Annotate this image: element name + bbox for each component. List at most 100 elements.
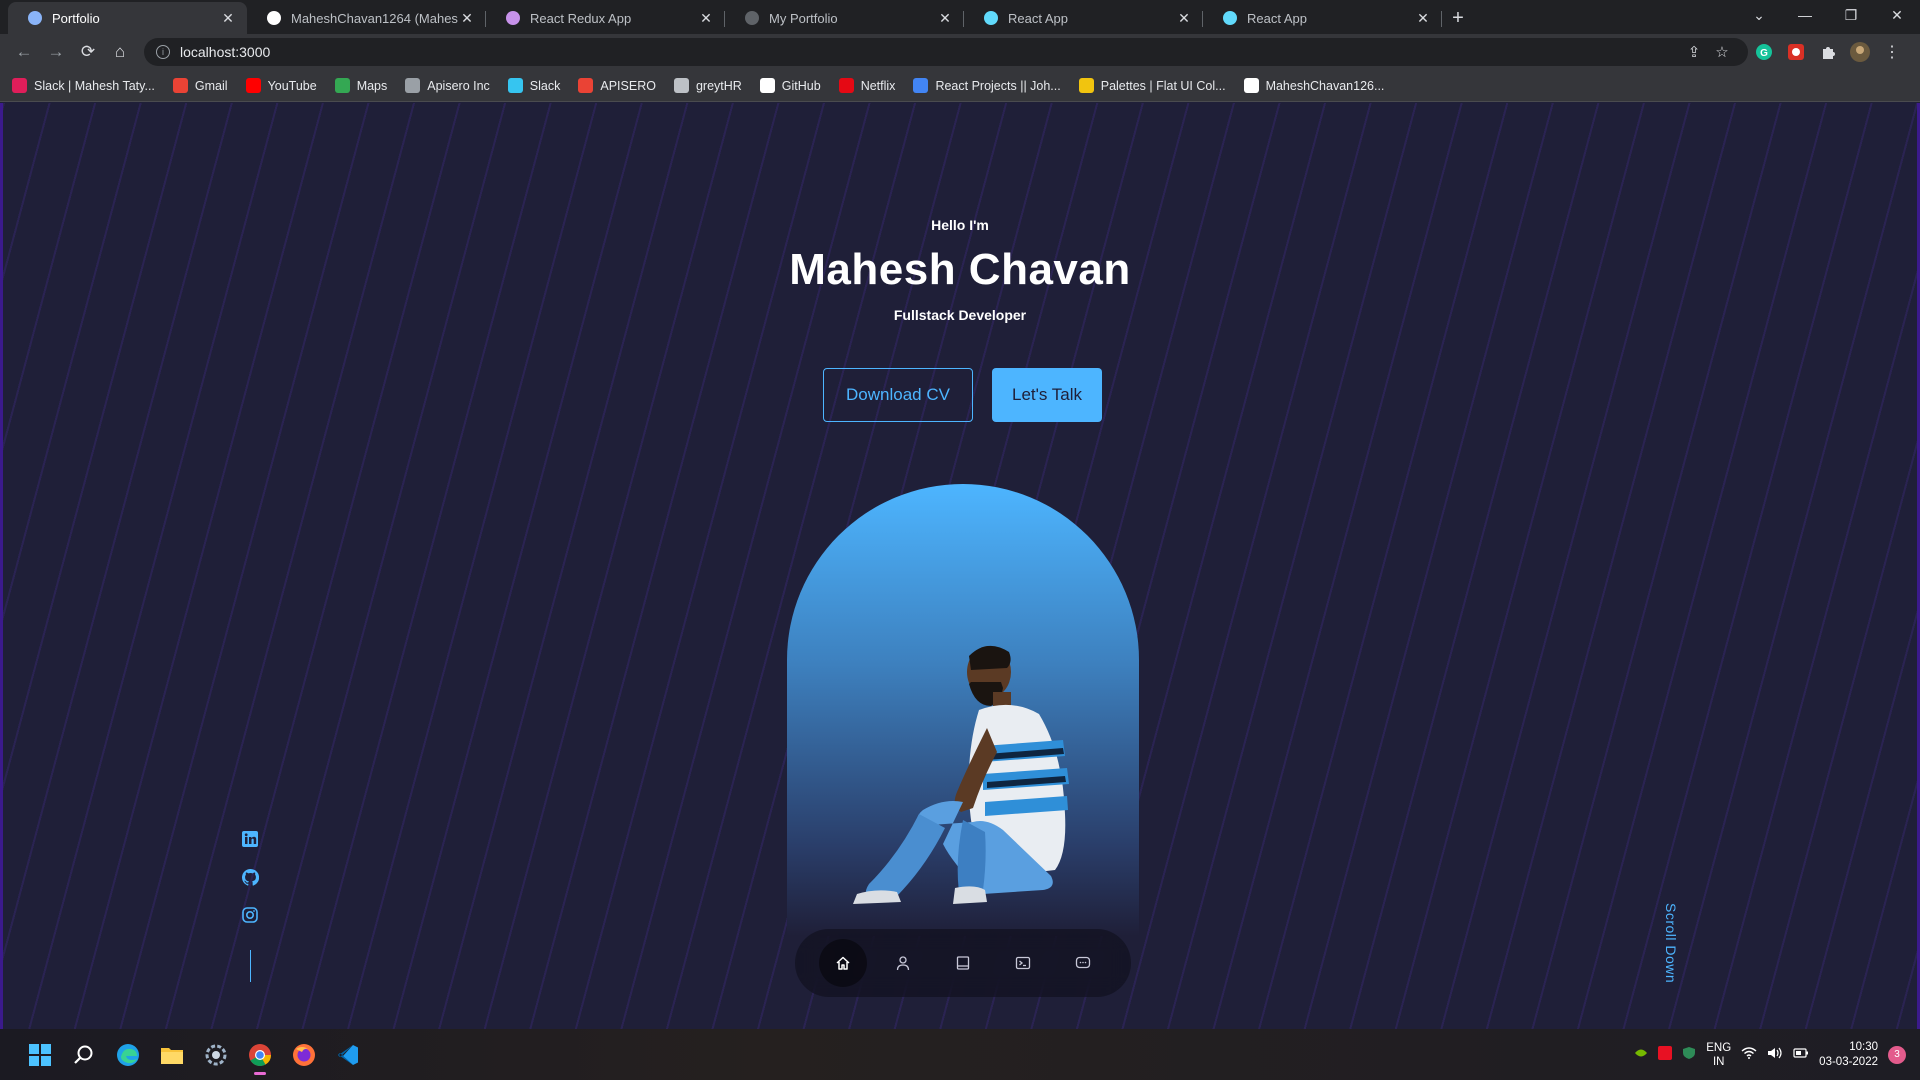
address-url[interactable]: localhost:3000 [180,44,1680,60]
instagram-icon[interactable] [241,906,259,924]
tab-title: React App [1008,10,1068,26]
tray-app-icon[interactable] [1658,1046,1673,1063]
bookmark-label: greytHR [695,78,742,93]
back-button[interactable]: ← [8,38,40,66]
close-window-button[interactable]: ✕ [1874,0,1920,30]
bookmark-label: Netflix [860,78,896,93]
tab-close-icon[interactable]: ✕ [458,10,476,27]
profile-avatar[interactable] [1844,38,1876,66]
tab-close-icon[interactable]: ✕ [936,10,954,27]
svg-text:G: G [1760,48,1768,59]
bookmark-star-icon[interactable]: ☆ [1708,43,1736,61]
extension-icon[interactable] [1780,38,1812,66]
minimize-button[interactable]: — [1782,0,1828,30]
floating-nav [795,929,1131,997]
settings-icon[interactable] [194,1033,238,1077]
social-divider-line [249,950,251,982]
bookmark-item[interactable]: MaheshChavan126... [1243,78,1384,93]
hero-name: Mahesh Chavan [789,245,1131,294]
wifi-icon[interactable] [1741,1046,1757,1063]
forward-button[interactable]: → [40,38,72,66]
bookmark-item[interactable]: React Projects || Joh... [913,78,1061,93]
bookmark-label: Maps [356,78,388,93]
bookmark-label: React Projects || Joh... [935,78,1061,93]
clock-date: 03-03-2022 [1819,1055,1878,1068]
system-clock[interactable]: 10:30 03-03-2022 [1819,1040,1878,1070]
github-icon[interactable] [241,868,259,886]
chrome-icon[interactable] [238,1033,282,1077]
bookmark-favicon-icon [172,78,188,93]
bookmark-item[interactable]: Palettes | Flat UI Col... [1078,78,1226,93]
notification-badge[interactable]: 3 [1888,1045,1906,1064]
home-icon[interactable] [819,939,867,987]
linkedin-icon[interactable] [241,830,259,848]
new-tab-button[interactable]: + [1442,2,1474,34]
browser-tab[interactable]: MaheshChavan1264 (Mahesh Tat✕ [247,2,486,34]
user-icon[interactable] [879,939,927,987]
bookmark-label: APISERO [600,78,656,93]
battery-icon[interactable] [1793,1047,1809,1062]
bookmark-favicon-icon [1078,78,1094,93]
browser-tab[interactable]: My Portfolio ✕ [725,2,964,34]
tab-close-icon[interactable]: ✕ [1414,10,1432,27]
browser-tab[interactable]: React App ✕ [964,2,1203,34]
bookmark-item[interactable]: Slack [507,78,561,93]
browser-tab[interactable]: React App ✕ [1203,2,1442,34]
browser-tab-strip: Portfolio✕MaheshChavan1264 (Mahesh Tat✕R… [0,0,1920,34]
social-links [241,830,259,982]
vscode-icon[interactable] [326,1033,370,1077]
extensions-puzzle-icon[interactable] [1812,38,1844,66]
address-bar[interactable]: i localhost:3000 ⇪ ☆ [144,38,1748,66]
tab-title: React App [1247,10,1307,26]
file-explorer-icon[interactable] [150,1033,194,1077]
search-icon[interactable] [62,1033,106,1077]
bookmark-item[interactable]: Netflix [838,78,896,93]
download-cv-button[interactable]: Download CV [823,368,973,422]
lets-talk-button[interactable]: Let's Talk [992,368,1102,422]
bookmark-item[interactable]: YouTube [245,78,317,93]
bookmark-label: Slack | Mahesh Taty... [34,78,155,93]
tab-favicon-icon [984,11,998,25]
bookmark-favicon-icon [245,78,261,93]
message-icon[interactable] [1059,939,1107,987]
bookmark-item[interactable]: Gmail [172,78,228,93]
tab-close-icon[interactable]: ✕ [697,10,715,27]
terminal-icon[interactable] [999,939,1047,987]
language-indicator[interactable]: ENG IN [1706,1041,1731,1069]
bookmark-item[interactable]: GitHub [759,78,821,93]
firefox-icon[interactable] [282,1033,326,1077]
scroll-down-link[interactable]: Scroll Down [1663,903,1679,983]
browser-toolbar: ← → ⟳ ⌂ i localhost:3000 ⇪ ☆ G ⋮ [0,34,1920,70]
volume-icon[interactable] [1767,1046,1783,1063]
browser-tab[interactable]: React Redux App ✕ [486,2,725,34]
bookmark-favicon-icon [405,78,421,93]
bookmark-item[interactable]: Maps [334,78,388,93]
system-tray: ENG IN 10:30 03-03-2022 3 [1634,1029,1906,1080]
book-icon[interactable] [939,939,987,987]
reload-button[interactable]: ⟳ [72,38,104,66]
bookmark-item[interactable]: Slack | Mahesh Taty... [12,78,155,93]
grammarly-extension-icon[interactable]: G [1748,38,1780,66]
menu-kebab-icon[interactable]: ⋮ [1876,38,1908,66]
bookmark-item[interactable]: Apisero Inc [405,78,490,93]
bookmark-item[interactable]: APISERO [578,78,656,93]
browser-tab[interactable]: Portfolio ✕ [8,2,247,34]
share-icon[interactable]: ⇪ [1680,43,1708,61]
bookmark-favicon-icon [759,78,775,93]
tab-close-icon[interactable]: ✕ [219,10,237,27]
bookmark-label: Slack [529,78,561,93]
bookmark-favicon-icon [673,78,689,93]
restore-button[interactable]: ❐ [1828,0,1874,30]
bookmark-favicon-icon [1243,78,1259,93]
security-shield-icon[interactable] [1682,1046,1696,1063]
bookmark-favicon-icon [334,78,350,93]
bookmark-favicon-icon [12,78,27,93]
tab-close-icon[interactable]: ✕ [1175,10,1193,27]
bookmark-item[interactable]: greytHR [673,78,742,93]
site-info-icon[interactable]: i [156,45,170,59]
tab-search-icon[interactable]: ⌄ [1736,0,1782,30]
nvidia-tray-icon[interactable] [1634,1047,1648,1062]
edge-icon[interactable] [106,1033,150,1077]
windows-start-icon[interactable] [18,1033,62,1077]
home-button[interactable]: ⌂ [104,38,136,66]
